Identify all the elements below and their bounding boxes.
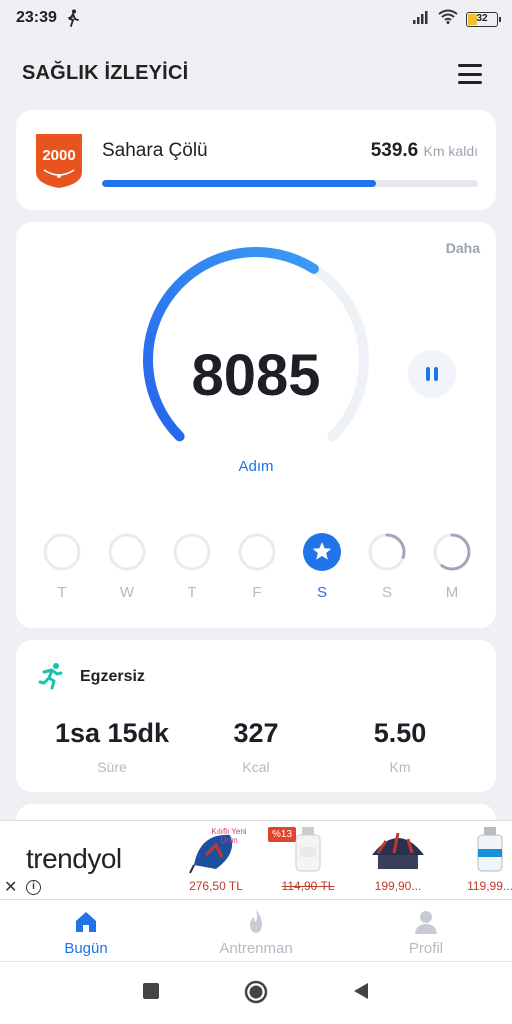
- stat-label: Kcal: [242, 759, 270, 775]
- home-icon: [72, 908, 100, 936]
- nav-label: Antrenman: [219, 940, 293, 957]
- day-label: T: [187, 584, 197, 601]
- challenge-progress: [102, 180, 478, 187]
- stat-km: 5.50 Km: [320, 718, 480, 775]
- nav-label: Bugün: [64, 940, 108, 957]
- stat-value: 5.50: [373, 718, 427, 748]
- day-ring: [173, 533, 211, 571]
- battery-icon: 32: [466, 11, 501, 27]
- product-tag: Kılıflı Yeni Ürün: [211, 827, 247, 845]
- ad-banner[interactable]: trendyol ✕ i Kılıflı Yeni Ürün 276,50 TL…: [0, 820, 512, 900]
- system-nav-bar: [0, 962, 512, 1024]
- product-price: 119,99...: [467, 879, 512, 893]
- close-icon[interactable]: ✕: [4, 877, 17, 897]
- day-label: W: [119, 584, 135, 601]
- day-ring: [433, 533, 471, 571]
- recent-apps-icon[interactable]: [142, 982, 160, 1005]
- umbrella-image: [368, 825, 428, 875]
- ad-product[interactable]: %13 114,90 TL: [268, 825, 348, 897]
- challenge-progress-fill: [102, 180, 377, 187]
- challenge-name: Sahara Çölü: [102, 140, 208, 161]
- badge-number: 2000: [42, 147, 76, 164]
- day-ring: [108, 533, 146, 571]
- day-item[interactable]: S: [367, 532, 407, 612]
- weekday-row: T W T F S S M: [42, 532, 482, 612]
- remaining-unit: Km kaldı: [423, 143, 478, 159]
- day-ring: [238, 533, 276, 571]
- signal-icon: [412, 10, 430, 29]
- day-item[interactable]: T: [172, 532, 212, 612]
- battery-percent: 32: [476, 12, 488, 24]
- nav-label: Profil: [408, 940, 444, 957]
- day-ring-track: [108, 533, 146, 571]
- ad-product[interactable]: Kılıflı Yeni Ürün 276,50 TL: [176, 825, 256, 897]
- bottom-nav: Bugün Antrenman Profil: [0, 900, 512, 962]
- day-label: T: [57, 584, 67, 601]
- day-item[interactable]: F: [237, 532, 277, 612]
- nav-training[interactable]: Antrenman: [186, 906, 326, 962]
- steps-label: Adım: [238, 458, 274, 475]
- day-ring-track: [173, 533, 211, 571]
- day-label: S: [381, 584, 392, 601]
- home-button-icon[interactable]: [244, 980, 268, 1009]
- status-time: 23:39: [16, 9, 57, 26]
- challenge-remaining: 539.6 Km kaldı: [371, 140, 478, 162]
- day-item[interactable]: W: [107, 532, 147, 612]
- stat-kcal: 327 Kcal: [176, 718, 336, 775]
- product-price: 114,90 TL: [281, 879, 335, 893]
- day-label: F: [252, 584, 262, 601]
- status-bar: 23:39 32: [0, 0, 512, 36]
- stat-duration: 1sa 15dk Süre: [32, 718, 192, 775]
- stat-label: Km: [389, 759, 411, 775]
- day-ring: [43, 533, 81, 571]
- ad-brand-logo[interactable]: trendyol: [26, 843, 122, 875]
- wifi-icon: [438, 9, 458, 29]
- day-ring-track: [43, 533, 81, 571]
- flame-icon: [242, 908, 270, 936]
- stat-value: 327: [233, 718, 279, 748]
- nav-today[interactable]: Bugün: [16, 906, 156, 962]
- app-title: SAĞLIK İZLEYİCİ: [22, 62, 189, 84]
- day-ring: [368, 533, 406, 571]
- walking-icon: [66, 9, 80, 32]
- product-price: 276,50 TL: [189, 879, 243, 893]
- challenge-card[interactable]: 2000 Sahara Çölü 539.6 Km kaldı: [16, 110, 496, 210]
- exercise-title: Egzersiz: [80, 668, 145, 685]
- day-item[interactable]: S: [302, 532, 342, 612]
- day-ring: [303, 533, 341, 571]
- challenge-badge-icon: 2000: [34, 132, 84, 190]
- hamburger-menu-icon[interactable]: [458, 64, 482, 84]
- ad-product[interactable]: 119,99...: [450, 825, 512, 897]
- stat-value: 1sa 15dk: [54, 718, 170, 748]
- day-item[interactable]: T: [42, 532, 82, 612]
- profile-icon: [412, 908, 440, 936]
- nav-profile[interactable]: Profil: [356, 906, 496, 962]
- exercise-card[interactable]: Egzersiz 1sa 15dk Süre 327 Kcal 5.50 Km: [16, 640, 496, 792]
- more-link[interactable]: Daha: [446, 240, 480, 256]
- day-label: S: [316, 584, 327, 601]
- day-ring-track: [238, 533, 276, 571]
- discount-badge: %13: [268, 827, 297, 842]
- info-icon[interactable]: i: [26, 880, 41, 895]
- day-item[interactable]: M: [432, 532, 472, 612]
- product-price: 199,90...: [374, 879, 422, 893]
- bottle-image: [460, 825, 512, 875]
- day-label: M: [445, 584, 459, 601]
- running-icon: [38, 662, 66, 695]
- pause-button[interactable]: [408, 350, 456, 398]
- back-icon[interactable]: [352, 982, 370, 1005]
- steps-card: Daha 8085 Adım T W T F S S M: [16, 222, 496, 628]
- remaining-value: 539.6: [370, 140, 419, 161]
- ad-product[interactable]: 199,90...: [358, 825, 438, 897]
- stat-label: Süre: [97, 759, 127, 775]
